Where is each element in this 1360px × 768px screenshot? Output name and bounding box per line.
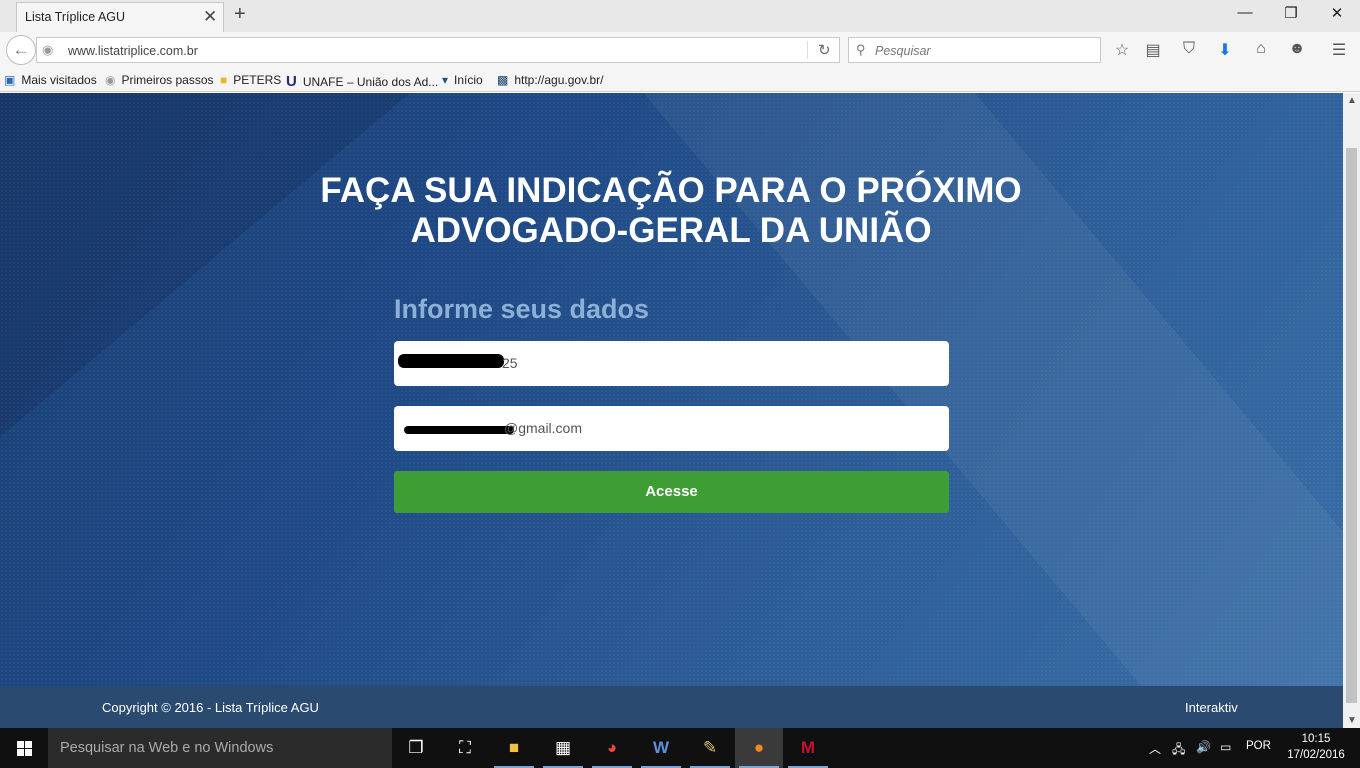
network-icon[interactable]: 🖧 [1172,740,1185,761]
page-viewport: FAÇA SUA INDICAÇÃO PARA O PRÓXIMO ADVOGA… [0,93,1343,728]
clock-date: 17/02/2016 [1287,749,1345,761]
minimize-icon[interactable]: — [1230,4,1260,21]
headline-line-1: FAÇA SUA INDICAÇÃO PARA O PRÓXIMO [320,171,1022,210]
restore-icon[interactable]: ❐ [1276,4,1306,22]
mcafee-button[interactable]: M [784,728,832,768]
start-button[interactable] [0,728,48,768]
pocket-icon[interactable]: ⛉ [1177,40,1201,58]
reading-list-icon[interactable]: ▤ [1141,40,1165,60]
firefox-icon: ● [753,738,765,757]
store-button[interactable]: ⛶ [441,728,489,768]
language-indicator[interactable]: POR [1246,740,1271,752]
volume-icon[interactable]: 🔊 [1196,740,1211,754]
page-footer: Copyright © 2016 - Lista Tríplice AGU In… [0,686,1343,728]
url-text[interactable]: www.listatriplice.com.br [68,44,198,58]
bookmark-home[interactable]: ▾ Início [442,73,483,87]
menu-icon[interactable]: ☰ [1327,40,1351,60]
new-tab-icon[interactable]: + [234,3,246,26]
url-bar[interactable]: ◉ www.listatriplice.com.br ↻ [36,37,840,63]
task-view-button[interactable]: ❐ [392,728,440,768]
explorer-button[interactable]: ■ [490,728,538,768]
globe-icon: ◉ [42,42,54,57]
home-icon[interactable]: ⌂ [1249,40,1273,58]
paint-icon: ✎ [702,738,718,757]
name-field[interactable]: 25 [394,341,949,386]
store-icon: ⛶ [459,738,471,757]
redaction-mark [398,354,504,368]
word-button[interactable]: W [637,728,685,768]
paint-button[interactable]: ✎ [686,728,734,768]
active-tab[interactable]: Lista Tríplice AGU ✕ [16,2,224,32]
agu-logo-icon: ▩ [497,73,509,87]
bookmark-folder-icon: ▣ [4,73,16,87]
firefox-button[interactable]: ● [735,728,783,768]
arrow-left-icon: ← [12,40,30,59]
search-icon: ⚲ [856,42,866,57]
calculator-icon: ▦ [554,738,572,757]
url-divider [807,41,808,59]
bookmark-label: Primeiros passos [121,73,214,87]
copyright-text: Copyright © 2016 - Lista Tríplice AGU [102,700,319,715]
bookmark-label: UNAFE – União dos Ad... [302,75,439,89]
clock-time: 10:15 [1301,733,1331,745]
windows-taskbar: Pesquisar na Web e no Windows ❐ ⛶ ■ ▦ ◕ … [0,728,1360,768]
email-field-value: @gmail.com [504,420,583,436]
page-headline: FAÇA SUA INDICAÇÃO PARA O PRÓXIMO ADVOGA… [271,171,1071,251]
system-clock[interactable]: 10:15 17/02/2016 [1286,731,1346,763]
bookmark-label: Início [454,73,483,87]
headline-line-2: ADVOGADO-GERAL DA UNIÃO [410,211,932,250]
star-icon[interactable]: ☆ [1110,40,1134,60]
chrome-button[interactable]: ◕ [588,728,636,768]
name-field-value: 25 [502,355,518,371]
bookmark-label: PETERS [233,73,282,87]
windows-logo-icon [17,741,32,756]
navigation-bar: ◉ www.listatriplice.com.br ↻ ← ⚲ Pesquis… [0,32,1360,68]
bookmarks-bar: ▣ Mais visitados ◉ Primeiros passos ■ PETER… [0,68,1360,92]
search-placeholder: Pesquisar [875,44,931,58]
tab-title: Lista Tríplice AGU [25,10,126,24]
download-icon[interactable]: ⬇ [1213,40,1237,60]
flag-icon: ▾ [442,73,449,87]
reload-icon[interactable]: ↻ [818,41,831,59]
page-scrollbar[interactable]: ▲ ▼ [1343,93,1360,728]
notification-icon[interactable]: ▭ [1220,740,1231,754]
scroll-down-icon[interactable]: ▼ [1347,715,1357,726]
chrome-icon: ◕ [606,738,618,757]
bookmark-most-visited[interactable]: ▣ Mais visitados [4,73,97,87]
word-icon: W [652,738,670,757]
taskbar-search[interactable]: Pesquisar na Web e no Windows [48,728,392,768]
email-field[interactable]: @gmail.com [394,406,949,451]
bookmark-peters[interactable]: ■ PETERS [220,73,281,87]
form-title: Informe seus dados [394,294,650,324]
globe-icon: ◉ [105,73,116,87]
close-icon[interactable]: ✕ [203,7,217,27]
chevron-up-icon[interactable]: ︿ [1149,740,1161,757]
unafe-logo-icon: U [286,73,297,90]
calculator-button[interactable]: ▦ [539,728,587,768]
bookmark-label: Mais visitados [21,73,97,87]
bookmark-label: http://agu.gov.br/ [514,73,604,87]
mcafee-icon: M [800,738,816,757]
chat-icon[interactable]: ☻ [1285,40,1309,58]
scroll-up-icon[interactable]: ▲ [1347,95,1357,106]
tab-bar: Lista Tríplice AGU ✕ + — ❐ ✕ [0,0,1360,32]
bookmark-agu[interactable]: ▩ http://agu.gov.br/ [497,73,604,87]
folder-icon: ■ [220,73,228,87]
back-button[interactable]: ← [6,35,36,65]
folder-icon: ■ [508,738,520,757]
taskbar-search-placeholder: Pesquisar na Web e no Windows [60,740,274,756]
credit-link[interactable]: Interaktiv [1185,700,1238,715]
window-close-icon[interactable]: ✕ [1322,4,1352,22]
access-button[interactable]: Acesse [394,471,949,513]
scroll-thumb[interactable] [1346,148,1357,703]
search-bar[interactable]: ⚲ Pesquisar [848,37,1101,63]
bookmark-getting-started[interactable]: ◉ Primeiros passos [105,73,214,87]
bookmark-unafe[interactable]: U UNAFE – União dos Ad... [286,73,438,90]
redaction-mark [404,426,514,434]
task-view-icon: ❐ [408,738,424,757]
